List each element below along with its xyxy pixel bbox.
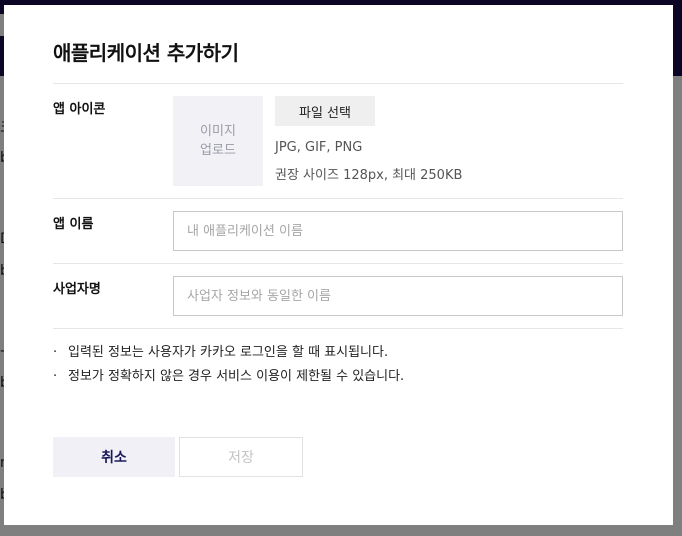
image-upload-text-line1: 이미지: [200, 124, 236, 139]
notice-text: 정보가 정확하지 않은 경우 서비스 이용이 제한될 수 있습니다.: [68, 369, 405, 384]
bullet-icon: ·: [53, 345, 58, 360]
allowed-formats-text: JPG, GIF, PNG: [275, 140, 363, 155]
app-icon-label: 앱 아이콘: [53, 102, 106, 117]
cancel-button[interactable]: 취소: [53, 437, 175, 477]
modal-title: 애플리케이션 추가하기: [53, 41, 239, 65]
notice-item: · 입력된 정보는 사용자가 카카오 로그인을 할 때 표시됩니다.: [53, 341, 404, 365]
app-name-label: 앱 이름: [53, 217, 94, 232]
divider: [53, 198, 623, 199]
divider: [53, 263, 623, 264]
app-name-input[interactable]: [173, 211, 623, 251]
notice-item: · 정보가 정확하지 않은 경우 서비스 이용이 제한될 수 있습니다.: [53, 365, 404, 389]
file-select-button[interactable]: 파일 선택: [275, 96, 375, 126]
company-name-input[interactable]: [173, 276, 623, 316]
image-upload-text-line2: 업로드: [200, 143, 236, 158]
save-button[interactable]: 저장: [179, 437, 303, 477]
notice-text: 입력된 정보는 사용자가 카카오 로그인을 할 때 표시됩니다.: [68, 345, 389, 360]
divider: [53, 328, 623, 329]
image-upload-area[interactable]: 이미지 업로드: [173, 96, 263, 186]
add-application-modal: 애플리케이션 추가하기 앱 아이콘 이미지 업로드 파일 선택 JPG, GIF…: [4, 5, 673, 525]
company-name-label: 사업자명: [53, 282, 101, 297]
bullet-icon: ·: [53, 369, 58, 384]
recommended-size-text: 권장 사이즈 128px, 최대 250KB: [275, 168, 463, 183]
divider: [53, 83, 623, 84]
notice-list: · 입력된 정보는 사용자가 카카오 로그인을 할 때 표시됩니다. · 정보가 정…: [53, 341, 404, 389]
